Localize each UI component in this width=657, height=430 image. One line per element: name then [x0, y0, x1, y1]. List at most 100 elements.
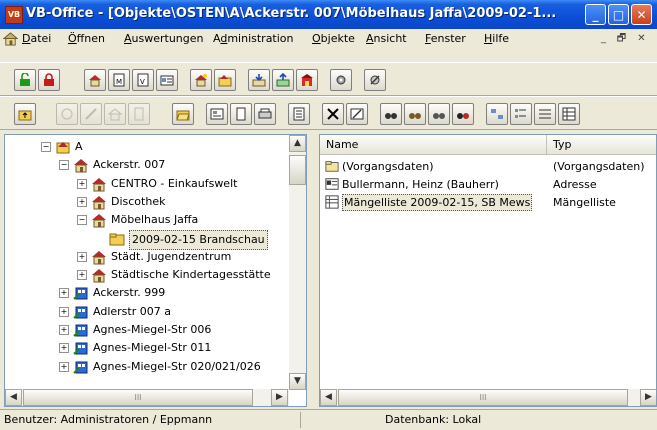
find-next-button[interactable] [404, 103, 426, 125]
address-card-button[interactable] [156, 69, 178, 91]
tree-item[interactable]: + Städt. Jugendzentrum [5, 248, 289, 266]
collapse-icon[interactable]: − [77, 215, 87, 226]
export-button[interactable] [272, 69, 294, 91]
menu-öffnen[interactable]: Öffnen [68, 32, 105, 45]
tree-item[interactable]: + CENTRO - Einkaufswelt [5, 175, 289, 193]
list-scroll-left-button[interactable]: ◀ [320, 389, 337, 406]
menu-objekte[interactable]: Objekte [312, 32, 355, 45]
new-document-button[interactable] [230, 103, 252, 125]
menu-auswertungen[interactable]: Auswertungen [124, 32, 204, 45]
list-view-button[interactable] [534, 103, 556, 125]
tree-scroll-right-button[interactable]: ▶ [271, 389, 288, 406]
expand-icon[interactable]: + [77, 196, 87, 207]
tree-scroll-up-button[interactable]: ▲ [289, 135, 306, 152]
expand-icon[interactable]: + [59, 343, 69, 354]
minimize-button[interactable]: _ [585, 4, 606, 25]
tree-item[interactable]: 2009-02-15 Brandschau [5, 229, 289, 250]
collapse-icon[interactable]: − [41, 142, 51, 152]
print-button[interactable] [254, 103, 276, 125]
title-bar[interactable]: VB VB-Office - [Objekte\OSTEN\A\Ackerstr… [0, 0, 657, 29]
tree-item[interactable]: + Adlerstr 007 a [5, 303, 289, 321]
new-object-button[interactable] [190, 69, 212, 91]
tree-horizontal-scrollbar[interactable]: ◀ III ▶ [5, 389, 289, 406]
fire-station-button[interactable] [296, 69, 318, 91]
menu-hilfe[interactable]: Hilfe [484, 32, 509, 45]
object-button[interactable] [84, 69, 106, 91]
list-scroll-right-button[interactable]: ▶ [640, 389, 656, 406]
tree-scroll-thumb[interactable] [289, 155, 306, 185]
list-hscroll-thumb[interactable]: III [338, 389, 628, 406]
large-icons-button[interactable] [486, 103, 508, 125]
properties-button[interactable] [288, 103, 310, 125]
mdi-minimize-button[interactable]: _ [596, 32, 611, 46]
import-button[interactable] [248, 69, 270, 91]
tools-button[interactable] [364, 69, 386, 91]
tree-item[interactable]: + Ackerstr. 999 [5, 284, 289, 302]
tree-item[interactable]: − Möbelhaus Jaffa [5, 211, 289, 229]
house-icon [92, 195, 106, 210]
list-item[interactable]: (Vorgangsdaten) (Vorgangsdaten) [320, 158, 656, 175]
close-button[interactable]: ✕ [631, 4, 652, 25]
column-header-name[interactable]: Name [320, 135, 547, 155]
column-header-type[interactable]: Typ [547, 135, 656, 155]
disabled-tool-1[interactable] [56, 103, 78, 125]
building-icon [73, 361, 88, 374]
edit-properties-button[interactable] [346, 103, 368, 125]
tree-scroll-left-button[interactable]: ◀ [5, 389, 22, 406]
unlock-button[interactable] [14, 69, 36, 91]
expand-icon[interactable]: + [59, 288, 69, 299]
find-all-button[interactable] [428, 103, 450, 125]
expand-icon[interactable]: + [77, 270, 87, 281]
tree-item[interactable]: − Ackerstr. 007 [5, 156, 289, 174]
collapse-icon[interactable]: − [59, 160, 69, 171]
folder-object-button[interactable] [214, 69, 236, 91]
tree-item[interactable]: + Discothek [5, 193, 289, 211]
tree-item-label: A [75, 140, 83, 153]
list-horizontal-scrollbar[interactable]: ◀ III ▶ [320, 389, 656, 406]
disabled-tool-2[interactable] [80, 103, 102, 125]
settings-button[interactable] [330, 69, 352, 91]
menu-administration[interactable]: Administration [213, 32, 294, 45]
menu-fenster[interactable]: Fenster [425, 32, 466, 45]
tree-item[interactable]: + Städtische Kindertagesstätte [5, 266, 289, 284]
expand-icon[interactable]: + [59, 325, 69, 335]
list-pane[interactable]: Name Typ (Vorgangsdaten) (Vorgangsdaten) B… [319, 134, 657, 407]
list-item[interactable]: Bullermann, Heinz (Bauherr) Adresse [320, 176, 656, 193]
find-button[interactable] [380, 103, 402, 125]
expand-icon[interactable]: + [59, 306, 69, 317]
card-icon [160, 75, 174, 86]
status-divider [300, 412, 301, 428]
menu-datei[interactable]: Datei [22, 32, 51, 45]
disabled-tool-3[interactable] [104, 103, 126, 125]
document-m-button[interactable]: M [108, 69, 130, 91]
tree-hscroll-thumb[interactable]: III [23, 389, 253, 406]
up-level-button[interactable] [14, 103, 36, 125]
delete-button[interactable] [322, 103, 344, 125]
expand-icon[interactable]: + [59, 361, 69, 372]
open-folder-button[interactable] [172, 103, 194, 125]
disabled-tool-4[interactable] [128, 103, 150, 125]
find-object-button[interactable] [452, 103, 474, 125]
region-folder-icon [56, 142, 70, 154]
tree-item[interactable]: + Agnes-Miegel-Str 020/021/026 [5, 358, 289, 376]
list-item[interactable]: Mängelliste 2009-02-15, SB Mews Mängellis… [320, 194, 656, 211]
mdi-restore-button[interactable]: 🗗 [614, 32, 629, 46]
tree-vertical-scrollbar[interactable]: ▲ ▼ [289, 135, 306, 390]
mdi-close-button[interactable]: ✕ [634, 32, 649, 46]
document-v-button[interactable]: V [132, 69, 154, 91]
form-button[interactable] [206, 103, 228, 125]
details-view-button[interactable] [558, 103, 580, 125]
tree-item[interactable]: − A [5, 138, 289, 156]
tree-item-label: Ackerstr. 007 [93, 158, 166, 172]
lock-button[interactable] [38, 69, 60, 91]
blank-document-icon [236, 107, 246, 121]
tree-item[interactable]: + Agnes-Miegel-Str 006 [5, 321, 289, 339]
tree-scroll-down-button[interactable]: ▼ [289, 373, 306, 390]
expand-icon[interactable]: + [77, 178, 87, 189]
expand-icon[interactable]: + [77, 251, 87, 262]
menu-ansicht[interactable]: Ansicht [366, 32, 407, 45]
small-icons-button[interactable] [510, 103, 532, 125]
tree-item[interactable]: + Agnes-Miegel-Str 011 [5, 339, 289, 357]
tree-pane[interactable]: − A − Ackerstr. 007 + CENTRO - Einkaufswelt + D… [4, 134, 307, 407]
maximize-button[interactable]: □ [608, 4, 629, 25]
